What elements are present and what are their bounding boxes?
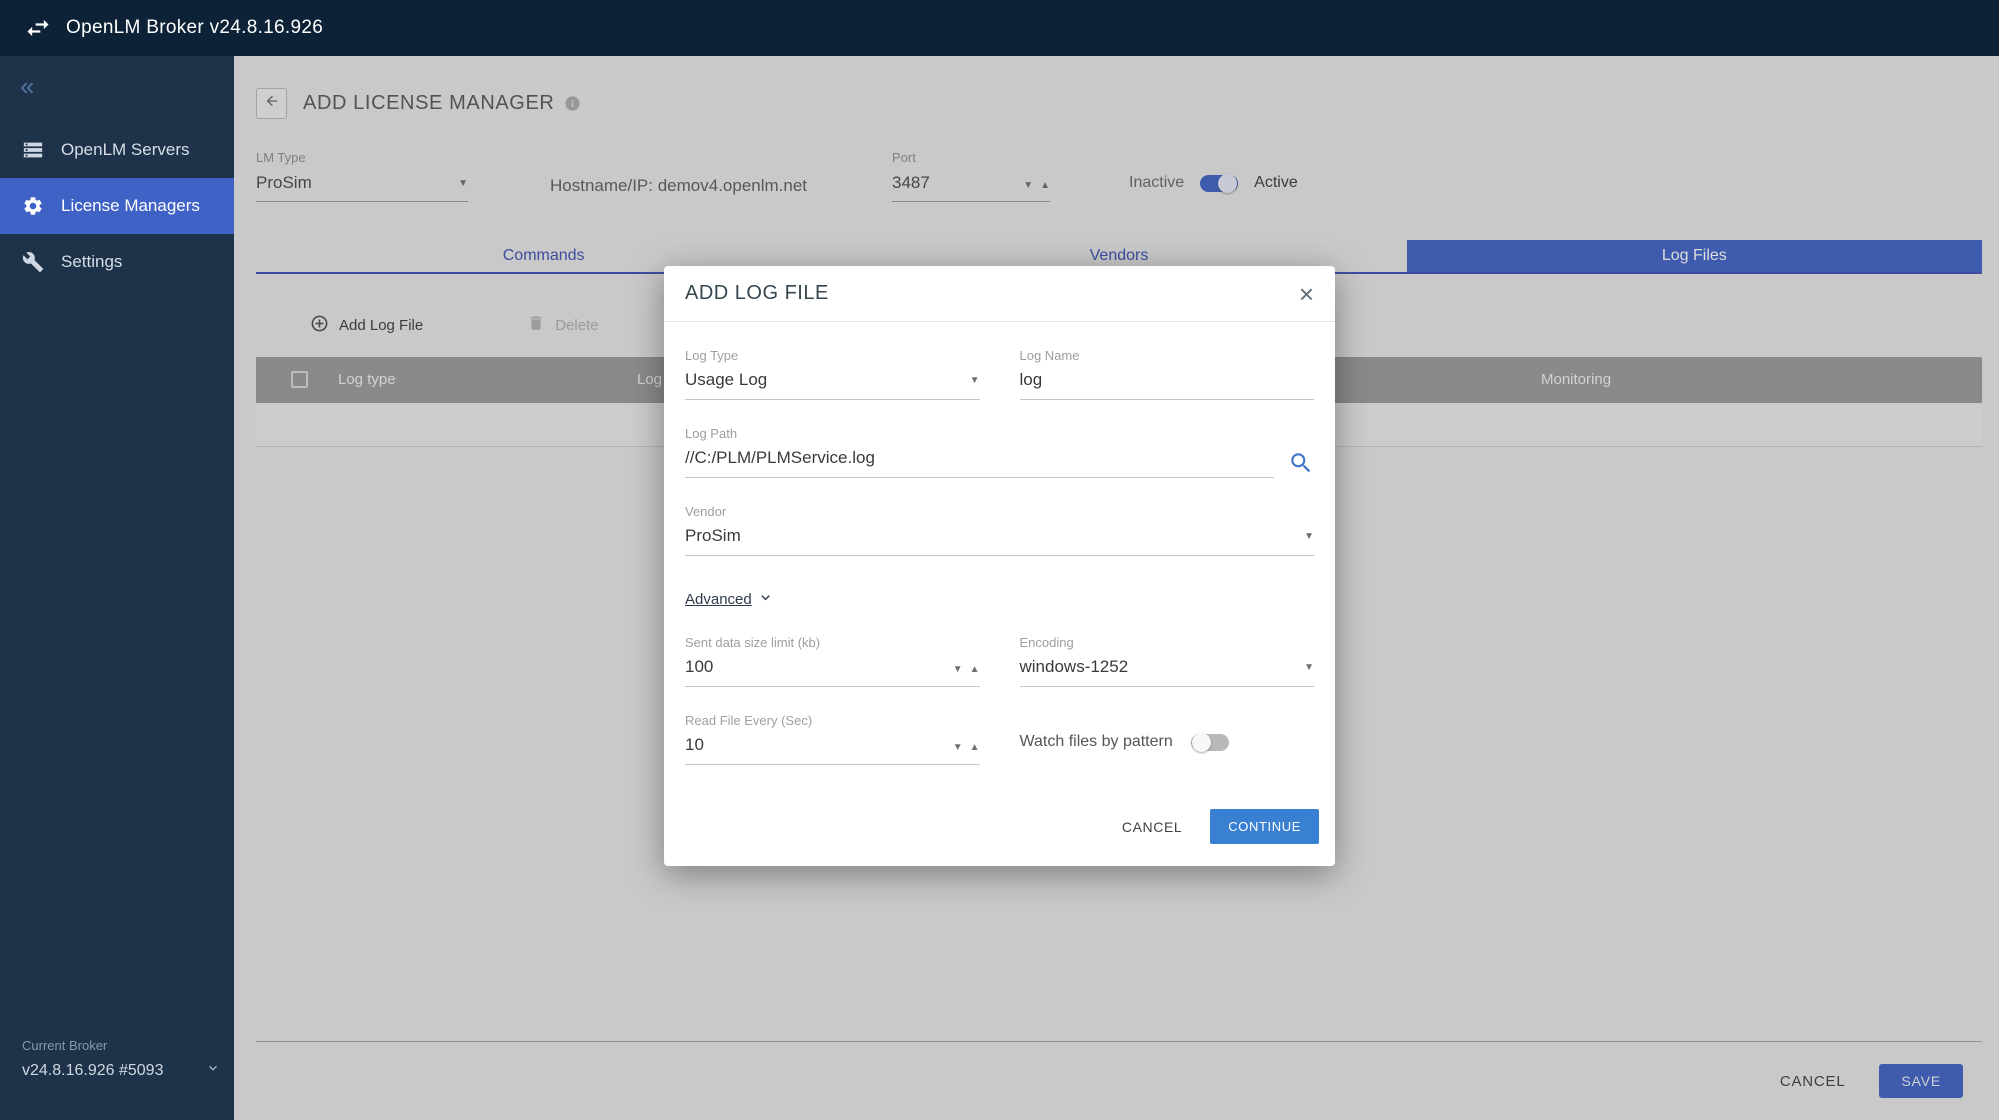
sidebar-item-settings[interactable]: Settings <box>0 234 234 290</box>
vendor-value: ProSim <box>685 526 741 546</box>
read-file-every-label: Read File Every (Sec) <box>685 713 980 728</box>
log-path-row: Log Path //C:/PLM/PLMService.log <box>685 426 1314 478</box>
app-title: OpenLM Broker v24.8.16.926 <box>66 17 323 39</box>
sidebar-item-label: OpenLM Servers <box>61 140 190 160</box>
sidebar-nav: OpenLM Servers License Managers Settings <box>0 122 234 290</box>
sidebar-item-license-managers[interactable]: License Managers <box>0 178 234 234</box>
modal-footer: CANCEL CONTINUE <box>664 765 1335 866</box>
log-path-value: //C:/PLM/PLMService.log <box>685 448 875 468</box>
dropdown-arrow-icon: ▼ <box>1304 662 1314 673</box>
advanced-label: Advanced <box>685 591 752 608</box>
vendor-label: Vendor <box>685 504 1314 519</box>
spinner-arrows-icon[interactable]: ▼▲ <box>946 735 980 755</box>
log-path-label: Log Path <box>685 426 1274 441</box>
double-chevron-left-icon: « <box>20 71 34 101</box>
dropdown-arrow-icon: ▼ <box>1304 531 1314 542</box>
encoding-value: windows-1252 <box>1020 657 1129 677</box>
watch-files-by-pattern-group: Watch files by pattern <box>1020 733 1315 751</box>
current-broker-label: Current Broker <box>22 1038 220 1053</box>
log-type-value: Usage Log <box>685 370 767 390</box>
watch-files-by-pattern-label: Watch files by pattern <box>1020 733 1173 751</box>
sent-data-limit-value: 100 <box>685 657 713 677</box>
encoding-field[interactable]: Encoding windows-1252 ▼ <box>1020 635 1315 687</box>
watch-files-toggle[interactable] <box>1191 734 1229 751</box>
log-name-label: Log Name <box>1020 348 1315 363</box>
swap-arrows-icon <box>24 14 52 42</box>
modal-continue-button[interactable]: CONTINUE <box>1210 809 1319 844</box>
add-log-file-modal: ADD LOG FILE × Log Type Usage Log ▼ Log … <box>664 266 1335 866</box>
read-file-every-field[interactable]: Read File Every (Sec) 10 ▼▲ <box>685 713 980 765</box>
current-broker-version: v24.8.16.926 #5093 <box>22 1062 163 1080</box>
top-bar: OpenLM Broker v24.8.16.926 <box>0 0 1999 56</box>
modal-cancel-button[interactable]: CANCEL <box>1122 819 1182 835</box>
sent-data-limit-field[interactable]: Sent data size limit (kb) 100 ▼▲ <box>685 635 980 687</box>
read-file-every-value: 10 <box>685 735 704 755</box>
sidebar-item-label: Settings <box>61 252 122 272</box>
advanced-toggle-link[interactable]: Advanced <box>685 590 1314 609</box>
log-path-field[interactable]: Log Path //C:/PLM/PLMService.log <box>685 426 1274 478</box>
chevron-down-icon <box>206 1061 220 1080</box>
modal-title: ADD LOG FILE <box>685 282 829 305</box>
chevron-down-icon <box>758 590 773 609</box>
spinner-arrows-icon[interactable]: ▼▲ <box>946 657 980 677</box>
gear-icon <box>22 194 46 218</box>
encoding-label: Encoding <box>1020 635 1315 650</box>
log-type-field[interactable]: Log Type Usage Log ▼ <box>685 348 980 400</box>
sent-data-limit-label: Sent data size limit (kb) <box>685 635 980 650</box>
sidebar-item-openlm-servers[interactable]: OpenLM Servers <box>0 122 234 178</box>
current-broker[interactable]: Current Broker v24.8.16.926 #5093 <box>22 1038 220 1080</box>
modal-body: Log Type Usage Log ▼ Log Name log Log Pa… <box>664 322 1335 765</box>
sidebar-item-label: License Managers <box>61 196 200 216</box>
close-icon[interactable]: × <box>1299 281 1314 307</box>
sidebar: « OpenLM Servers License Managers Settin… <box>0 56 234 1120</box>
dropdown-arrow-icon: ▼ <box>970 375 980 386</box>
search-icon[interactable] <box>1288 450 1314 476</box>
servers-icon <box>22 138 46 162</box>
vendor-field[interactable]: Vendor ProSim ▼ <box>685 504 1314 556</box>
modal-header: ADD LOG FILE × <box>664 266 1335 322</box>
wrench-icon <box>22 250 46 274</box>
log-type-label: Log Type <box>685 348 980 363</box>
sidebar-collapse-button[interactable]: « <box>0 56 234 96</box>
log-name-field[interactable]: Log Name log <box>1020 348 1315 400</box>
log-name-value: log <box>1020 370 1043 390</box>
